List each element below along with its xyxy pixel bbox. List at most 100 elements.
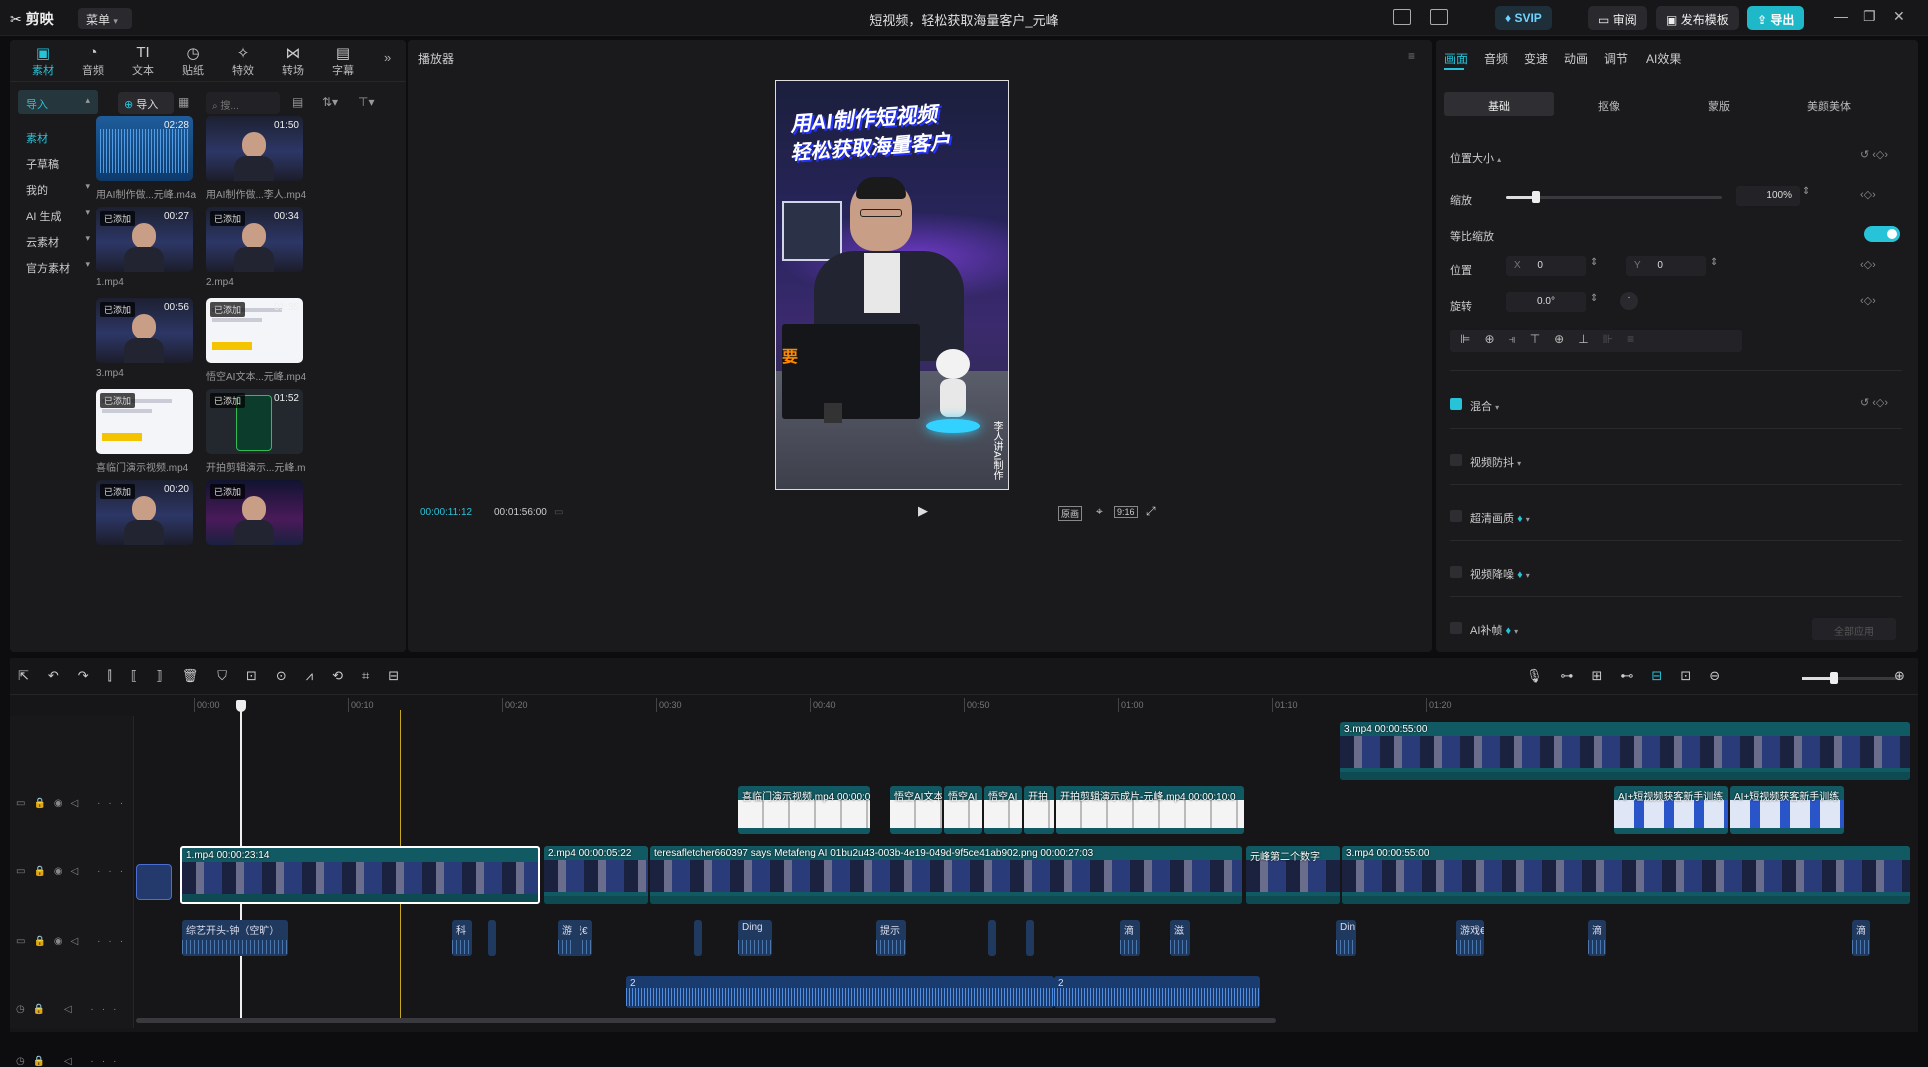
blend-checkbox[interactable]	[1450, 398, 1462, 410]
track-controls-2[interactable]: ▭🔒◉◁ ···	[16, 866, 131, 877]
timeline-scrollbar[interactable]	[136, 1018, 1276, 1023]
y-stepper-icon[interactable]: ⇕	[1710, 257, 1718, 268]
media-thumbnail[interactable]: 已添加 00:34	[206, 207, 303, 272]
clip-overlay-4[interactable]: 开拍	[1024, 786, 1054, 834]
sort-icon[interactable]: ⇅▾	[322, 95, 338, 109]
scale-keyframe-icon[interactable]: ‹◇›	[1860, 188, 1876, 201]
sidebar-item-0[interactable]: 素材	[18, 124, 98, 148]
media-thumbnail[interactable]: 已添加 00:20	[96, 480, 193, 545]
rotate-keyframe-icon[interactable]: ‹◇›	[1860, 294, 1876, 307]
expand-icon[interactable]: »	[384, 50, 391, 65]
sidebar-item-2[interactable]: 我的 ▾	[18, 176, 98, 200]
track-controls-4[interactable]: ◷🔒 ◁ ···	[16, 1004, 124, 1015]
clip-main-4[interactable]: 3.mp4 00:00:55:00	[1342, 846, 1910, 904]
scale-slider[interactable]	[1506, 191, 1722, 203]
tab-0[interactable]: 画面	[1444, 50, 1468, 67]
fullscreen-icon[interactable]: ⤢	[1146, 504, 1156, 519]
media-thumbnail[interactable]: 已添加 01:52	[206, 389, 303, 454]
media-thumbnail[interactable]: 02:28	[96, 116, 193, 181]
tool-0[interactable]: ▣ 素材	[18, 40, 68, 82]
clip-overlay-5[interactable]: 开拍剪辑演示成片-元峰.mp4 00:00:10:0	[1056, 786, 1244, 834]
sub-tab-1[interactable]: 抠像	[1554, 92, 1664, 116]
clip-overlay-0[interactable]: 喜临门演示视频.mp4 00:00:08:16	[738, 786, 870, 834]
sidebar-item-5[interactable]: 官方素材 ▾	[18, 254, 98, 278]
reset-icon[interactable]: ↺ ‹◇›	[1860, 148, 1888, 161]
media-thumbnail[interactable]: 已添加 00:27	[96, 207, 193, 272]
close-icon[interactable]: ✕	[1893, 8, 1905, 25]
rotate-input[interactable]: 0.0°	[1506, 292, 1586, 312]
stabilize-checkbox[interactable]	[1450, 454, 1462, 466]
sfx-clip-4[interactable]: 提示	[876, 920, 906, 956]
sfx-clip-3[interactable]: Ding	[738, 920, 772, 956]
shortcut-icon[interactable]	[1430, 9, 1448, 25]
tool-5[interactable]: ⋈ 转场	[268, 40, 318, 82]
import-button[interactable]: ⊕ 导入	[118, 92, 174, 114]
minimize-icon[interactable]: —	[1834, 8, 1848, 24]
cover-thumbnail[interactable]	[136, 864, 172, 900]
grid-icon[interactable]: ▦	[178, 95, 189, 109]
sfx-clip-0[interactable]: 综艺开头-钟（空旷）	[182, 920, 288, 956]
track-controls-1[interactable]: ▭🔒◉◁ ···	[16, 798, 131, 809]
player-menu-icon[interactable]: ≡	[1408, 49, 1415, 63]
tab-2[interactable]: 变速	[1524, 50, 1548, 67]
sfx-clip-small[interactable]	[694, 920, 702, 956]
sfx-clip-small[interactable]	[572, 920, 580, 956]
original-quality-button[interactable]: 原画	[1058, 506, 1083, 521]
sfx-clip-5[interactable]: 滴	[1120, 920, 1140, 956]
tool-6[interactable]: ▤ 字幕	[318, 40, 368, 82]
scale-stepper-icon[interactable]: ⇕	[1802, 186, 1810, 197]
sidebar-item-4[interactable]: 云素材 ▾	[18, 228, 98, 252]
track-controls-3[interactable]: ▭🔒◉◁ ···	[16, 936, 131, 947]
media-thumbnail[interactable]: 已添加 00:56	[96, 298, 193, 363]
zoom-fit-icon[interactable]: ⌖	[1096, 504, 1103, 519]
sidebar-import[interactable]: 导入 ▴	[18, 90, 98, 114]
position-y-input[interactable]: Y 0	[1626, 256, 1706, 276]
hd-checkbox[interactable]	[1450, 510, 1462, 522]
position-keyframe-icon[interactable]: ‹◇›	[1860, 258, 1876, 271]
video-preview[interactable]: 用AI制作短视频 轻松获取海量客户 要 李人讲AI制作	[775, 80, 1009, 490]
zoom-in-icon[interactable]: ⊕	[1894, 668, 1905, 684]
media-thumbnail[interactable]: 已添加	[96, 389, 193, 454]
clip-main-1[interactable]: 2.mp4 00:00:05:22	[544, 846, 648, 904]
clip-main-2[interactable]: teresafletcher660397 says Metafeng AI 01…	[650, 846, 1242, 904]
clip-top-3mp4[interactable]: 3.mp4 00:00:55:00	[1340, 722, 1910, 780]
clip-main-3[interactable]: 元峰第二个数字	[1246, 846, 1340, 904]
sfx-clip-10[interactable]: 滴	[1852, 920, 1870, 956]
tab-1[interactable]: 音频	[1484, 50, 1508, 67]
clip-main-0[interactable]: 1.mp4 00:00:23:14	[180, 846, 540, 904]
filter-icon[interactable]: ⊤▾	[358, 95, 374, 109]
sidebar-item-3[interactable]: AI 生成 ▾	[18, 202, 98, 226]
play-icon[interactable]: ▶	[918, 503, 928, 519]
blend-reset-icon[interactable]: ↺ ‹◇›	[1860, 396, 1888, 409]
sfx-clip-small[interactable]	[1026, 920, 1034, 956]
menu-button[interactable]: 菜单 ▾	[78, 8, 132, 29]
media-thumbnail[interactable]: 01:50	[206, 116, 303, 181]
review-button[interactable]: ▭ 审阅	[1588, 6, 1647, 30]
sfx-clip-9[interactable]: 滴	[1588, 920, 1606, 956]
layout-icon[interactable]	[1393, 9, 1411, 25]
sfx-clip-small[interactable]	[488, 920, 496, 956]
tab-3[interactable]: 动画	[1564, 50, 1588, 67]
sub-tab-0[interactable]: 基础	[1444, 92, 1554, 116]
voice-clip-0[interactable]: 2	[626, 976, 1054, 1008]
tool-1[interactable]: ◔ 音频	[68, 40, 118, 82]
denoise-checkbox[interactable]	[1450, 566, 1462, 578]
time-ruler[interactable]: 00:00 00:10 00:20 00:30 00:40 00:50 01:00 01:10…	[180, 698, 1918, 716]
sfx-clip-7[interactable]: Din	[1336, 920, 1356, 956]
clip-overlay-6[interactable]: AI+短视频获客新手训练	[1614, 786, 1728, 834]
timeline-right-toolbar[interactable]: 🎙⊶⊞⊷⊟⊡⊖	[1526, 668, 1738, 684]
sfx-clip-6[interactable]: 滋	[1170, 920, 1190, 956]
publish-template-button[interactable]: ▣ 发布模板	[1656, 6, 1739, 30]
sfx-clip-small[interactable]	[988, 920, 996, 956]
rotate-dial-icon[interactable]: ·	[1620, 292, 1638, 310]
sfx-clip-8[interactable]: 游戏€	[1456, 920, 1484, 956]
position-x-input[interactable]: X 0	[1506, 256, 1586, 276]
tab-5[interactable]: AI效果	[1646, 50, 1681, 67]
sidebar-item-1[interactable]: 子草稿	[18, 150, 98, 174]
sfx-clip-1[interactable]: 科	[452, 920, 472, 956]
view-icon[interactable]: ▤	[292, 95, 303, 109]
uniform-scale-toggle[interactable]	[1864, 226, 1900, 242]
zoom-slider[interactable]	[1802, 672, 1902, 684]
zoom-slider-handle[interactable]	[1830, 672, 1838, 684]
tool-4[interactable]: ✧ 特效	[218, 40, 268, 82]
